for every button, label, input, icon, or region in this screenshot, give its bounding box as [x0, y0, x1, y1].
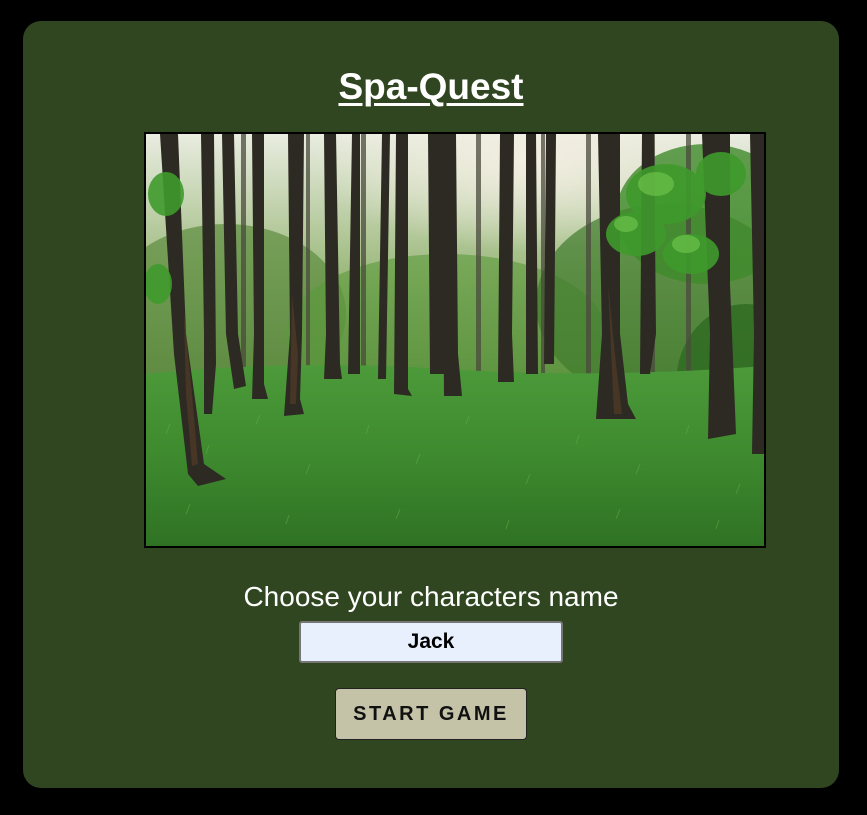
forest-image [144, 132, 766, 548]
game-title: Spa-Quest [338, 66, 524, 107]
character-name-input[interactable] [299, 621, 563, 663]
forest-illustration [146, 134, 764, 546]
game-card: Spa-Quest Choose your characters name [23, 21, 839, 788]
start-game-button[interactable]: START GAME [335, 688, 527, 740]
name-prompt: Choose your characters name [243, 581, 619, 612]
